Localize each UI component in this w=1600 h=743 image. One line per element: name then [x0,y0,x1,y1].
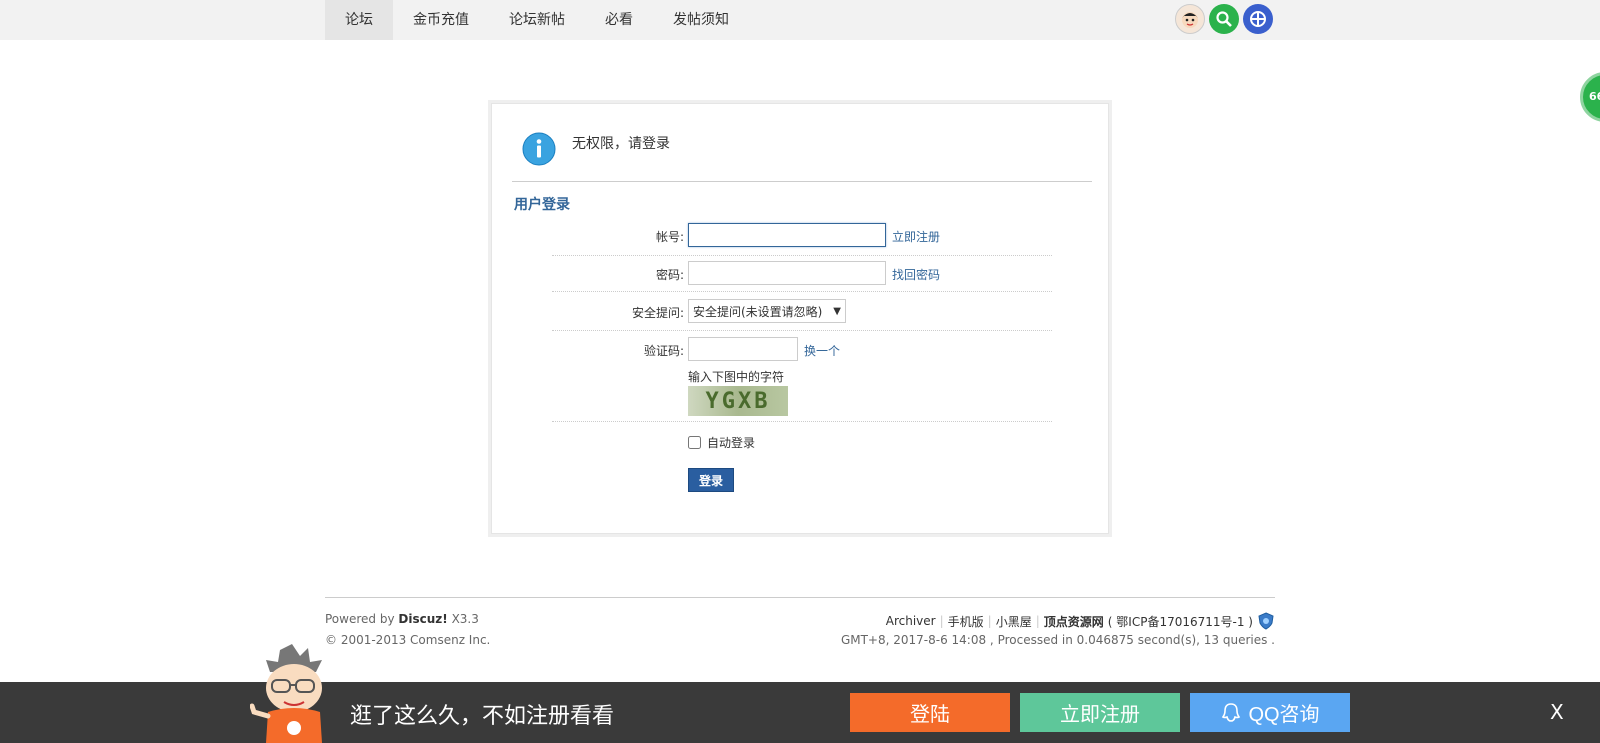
captcha-row: 验证码: 换一个 输入下图中的字符 YGXB [552,332,1052,422]
shield-icon [1258,612,1274,630]
qq-icon [1222,702,1241,722]
avatar-icon[interactable] [1175,4,1205,34]
account-input[interactable] [688,223,886,247]
captcha-input[interactable] [688,337,798,361]
archiver-link[interactable]: Archiver [886,614,936,628]
password-input[interactable] [688,261,886,285]
captcha-refresh-link[interactable]: 换一个 [804,342,840,359]
register-link[interactable]: 立即注册 [892,228,940,245]
mobile-link[interactable]: 手机版 [948,613,984,630]
blacklist-link[interactable]: 小黑屋 [996,613,1032,630]
mascot-icon [250,644,322,743]
top-nav-bar: 论坛 金币充值 论坛新帖 必看 发帖须知 [0,0,1600,40]
alert-message: 无权限，请登录 [572,136,670,152]
security-question-value: 安全提问(未设置请忽略) [693,304,823,319]
powered-by: Powered by Discuz! X3.3 [325,612,479,626]
banner-qq-button[interactable]: QQ咨询 [1190,693,1350,732]
password-label: 密码: [655,268,684,282]
nav-item-must-read[interactable]: 必看 [585,0,653,40]
account-row: 帐号: 立即注册 [552,222,1052,256]
footer-divider [325,597,1275,598]
nav-item-posting-rules[interactable]: 发帖须知 [653,0,749,40]
forgot-password-link[interactable]: 找回密码 [892,266,940,283]
nav-item-forum[interactable]: 论坛 [325,0,393,40]
icp-link[interactable]: ( 鄂ICP备17016711号-1 ) [1108,613,1253,630]
auto-login-row: 自动登录 [688,434,755,451]
server-stats: GMT+8, 2017-8-6 14:08 , Processed in 0.0… [840,633,1275,647]
security-question-row: 安全提问: 安全提问(未设置请忽略) ▼ [552,294,1052,331]
captcha-text: YGXB [705,388,771,414]
security-question-label: 安全提问: [631,306,684,320]
banner-register-button[interactable]: 立即注册 [1020,693,1180,732]
captcha-label: 验证码: [643,344,684,358]
divider [512,181,1092,182]
captcha-hint: 输入下图中的字符 [688,370,785,384]
discuz-link[interactable]: Discuz! [398,612,447,626]
auto-login-label: 自动登录 [707,436,756,450]
banner-login-button[interactable]: 登陆 [850,693,1010,732]
auto-login-checkbox[interactable] [688,436,701,449]
side-float-badge[interactable]: 66 [1580,72,1600,122]
info-icon [522,132,556,166]
permission-alert: 无权限，请登录 [522,132,670,166]
password-row: 密码: 找回密码 [552,258,1052,292]
account-label: 帐号: [655,230,684,244]
nav-item-recharge[interactable]: 金币充值 [393,0,489,40]
footer-links: Archiver | 手机版 | 小黑屋 | 顶点资源网 ( 鄂ICP备1701… [886,612,1275,630]
security-question-select[interactable]: 安全提问(未设置请忽略) ▼ [688,299,846,323]
captcha-image[interactable]: YGXB [688,386,788,416]
section-title: 用户登录 [514,197,570,213]
caret-down-icon: ▼ [833,305,841,317]
banner-message: 逛了这么久，不如注册看看 [350,704,615,729]
login-panel: 无权限，请登录 用户登录 帐号: 立即注册 密码: 找回密码 安全提问: 安全提… [488,100,1112,537]
copyright: © 2001-2013 Comsenz Inc. [325,633,491,647]
login-submit-button[interactable]: 登录 [688,468,734,492]
main-nav: 论坛 金币充值 论坛新帖 必看 发帖须知 [325,0,749,40]
quick-nav-icon[interactable] [1243,4,1273,34]
search-icon[interactable] [1209,4,1239,34]
register-banner: 逛了这么久，不如注册看看 登陆 立即注册 QQ咨询 X [0,682,1600,743]
banner-close-icon[interactable]: X [1550,700,1564,724]
nav-item-new-posts[interactable]: 论坛新帖 [489,0,585,40]
top-icon-group [1175,4,1273,34]
site-name-link[interactable]: 顶点资源网 [1044,613,1104,630]
